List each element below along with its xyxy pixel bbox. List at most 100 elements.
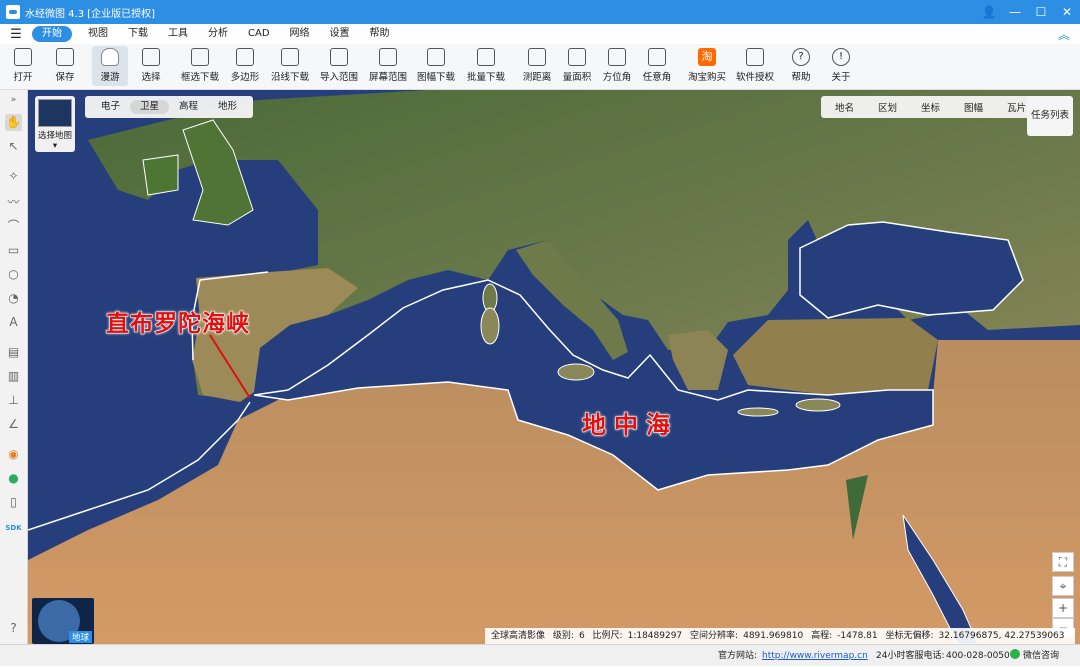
azimuth-button[interactable]: 方位角 [600, 46, 634, 86]
status-bar: 官方网站: http://www.rivermap.cn 24小时客服电话: 4… [0, 644, 1080, 666]
area-line-icon[interactable]: ⌒ [5, 218, 22, 235]
expand-sidebar-icon[interactable]: » [5, 92, 22, 109]
sdk-icon[interactable]: SDK [5, 520, 22, 537]
map-scale: 1:18489297 [627, 631, 683, 641]
area-icon[interactable]: ▥ [5, 368, 22, 385]
zoom-level: 6 [578, 631, 585, 641]
elevation-readout: -1478.81 [837, 631, 878, 641]
layer-toggle-bar: 地名 区划 坐标 图幅 瓦片 [821, 96, 1041, 118]
task-list-button[interactable]: 任务列表 [1027, 96, 1073, 136]
layer-sheets[interactable]: 图幅 [952, 100, 995, 114]
measure-distance-button[interactable]: 测距离 [520, 46, 554, 86]
user-icon[interactable]: 👤 [976, 0, 1002, 24]
taobao-buy-button[interactable]: 淘淘宝购买 [686, 46, 728, 86]
help-icon[interactable]: ? [5, 620, 22, 637]
layers-icon[interactable]: ◉ [5, 446, 22, 463]
left-tool-sidebar: » ✋ ↖ ✧ 〰 ⌒ ▭ ○ ◔ A ▤ ▥ ⊥ ∠ ◉ ● ▯ SDK ? [0, 90, 28, 644]
menu-download[interactable]: 下载 [118, 26, 158, 42]
menu-start[interactable]: 开始 [32, 26, 72, 42]
share-icon[interactable]: ● [5, 470, 22, 487]
service-label: 24小时客服电话: [876, 651, 945, 661]
polygon-download-button[interactable]: 多边形 [228, 46, 262, 86]
batch-download-button[interactable]: 批量下载 [466, 46, 506, 86]
map-type-switcher: 电子 卫星 高程 地形 [85, 96, 254, 118]
rectangle-icon[interactable]: ▭ [5, 242, 22, 259]
map-view[interactable]: 电子 卫星 高程 地形 选择地图 ▾ 地名 区划 坐标 图幅 瓦片 任务列表 直… [28, 90, 1080, 644]
satellite-map-image [28, 90, 1080, 644]
marker-icon[interactable]: ✧ [5, 168, 22, 185]
line-download-button[interactable]: 沿线下载 [270, 46, 310, 86]
angle-icon [648, 48, 666, 66]
layer-place-names[interactable]: 地名 [823, 100, 866, 114]
map-type-satellite[interactable]: 卫星 [130, 100, 170, 114]
pan-button[interactable]: 漫游 [92, 46, 128, 86]
device-icon[interactable]: ▯ [5, 494, 22, 511]
angle-icon[interactable]: ∠ [5, 416, 22, 433]
azimuth-icon [608, 48, 626, 66]
about-button[interactable]: ! 关于 [826, 46, 856, 86]
wechat-icon [1010, 649, 1020, 659]
polyline-icon[interactable]: 〰 [5, 194, 22, 211]
save-icon [56, 48, 74, 66]
map-type-terrain[interactable]: 地形 [208, 100, 247, 114]
open-button[interactable]: 打开 [6, 46, 40, 86]
menu-network[interactable]: 网络 [280, 26, 320, 42]
menu-help[interactable]: 帮助 [360, 26, 400, 42]
sector-icon[interactable]: ◔ [5, 290, 22, 307]
measure-area-button[interactable]: 量面积 [560, 46, 594, 86]
hamburger-menu-icon[interactable]: ☰ [0, 27, 32, 42]
save-button[interactable]: 保存 [48, 46, 82, 86]
hand-icon [101, 48, 119, 66]
azimuth-icon[interactable]: ⊥ [5, 392, 22, 409]
ruler-icon [528, 48, 546, 66]
box-download-button[interactable]: 框选下载 [180, 46, 220, 86]
pointer-icon[interactable]: ↖ [5, 138, 22, 155]
globe-overview[interactable]: 地球 [32, 598, 94, 644]
layer-boundaries[interactable]: 区划 [866, 100, 909, 114]
menu-analysis[interactable]: 分析 [198, 26, 238, 42]
map-type-elevation[interactable]: 高程 [169, 100, 208, 114]
map-thumbnail [38, 99, 72, 127]
batch-download-icon [477, 48, 495, 66]
coordinate-readout: 32.16796875, 42.27539063 [938, 631, 1065, 641]
select-button[interactable]: 选择 [134, 46, 168, 86]
maximize-button[interactable]: ☐ [1028, 0, 1054, 24]
text-icon[interactable]: A [5, 314, 22, 331]
ruler-icon[interactable]: ▤ [5, 344, 22, 361]
spatial-resolution: 4891.969810 [743, 631, 804, 641]
help-icon: ? [792, 48, 810, 66]
service-phone: 400-028-0050 [946, 651, 1010, 661]
map-type-electronic[interactable]: 电子 [91, 100, 130, 114]
info-icon: ! [832, 48, 850, 66]
collapse-ribbon-icon[interactable]: ︽ [1058, 26, 1070, 43]
sheet-download-button[interactable]: 图幅下载 [414, 46, 458, 86]
layer-coordinates[interactable]: 坐标 [909, 100, 952, 114]
locate-button[interactable]: ⌖ [1052, 576, 1074, 596]
imagery-source: 全球高清影像 [491, 631, 546, 641]
circle-icon[interactable]: ○ [5, 266, 22, 283]
screen-range-icon [379, 48, 397, 66]
zoom-in-button[interactable]: + [1052, 598, 1074, 618]
menu-tools[interactable]: 工具 [158, 26, 198, 42]
license-button[interactable]: 软件授权 [734, 46, 776, 86]
menu-bar: ☰ 开始 视图 下载 工具 分析 CAD 网络 设置 帮助 ︽ [0, 24, 1080, 44]
fullscreen-button[interactable]: ⛶ [1052, 552, 1074, 572]
folder-icon [14, 48, 32, 66]
pointer-icon [142, 48, 160, 66]
select-map-button[interactable]: 选择地图 ▾ [35, 96, 75, 152]
any-angle-button[interactable]: 任意角 [640, 46, 674, 86]
import-range-button[interactable]: 导入范围 [318, 46, 360, 86]
menu-cad[interactable]: CAD [238, 26, 280, 42]
line-download-icon [281, 48, 299, 66]
map-info-bar: 全球高清影像 级别: 6 比例尺: 1:18489297 空间分辨率: 4891.96… [485, 628, 1075, 644]
hand-icon[interactable]: ✋ [5, 114, 22, 131]
close-button[interactable]: ✕ [1054, 0, 1080, 24]
minimize-button[interactable]: — [1002, 0, 1028, 24]
menu-settings[interactable]: 设置 [320, 26, 360, 42]
wechat-consult[interactable]: 微信咨询 [1010, 645, 1059, 667]
screen-range-button[interactable]: 屏幕范围 [366, 46, 410, 86]
help-button[interactable]: ? 帮助 [786, 46, 816, 86]
menu-view[interactable]: 视图 [78, 26, 118, 42]
import-range-icon [330, 48, 348, 66]
website-link[interactable]: http://www.rivermap.cn [762, 645, 868, 667]
